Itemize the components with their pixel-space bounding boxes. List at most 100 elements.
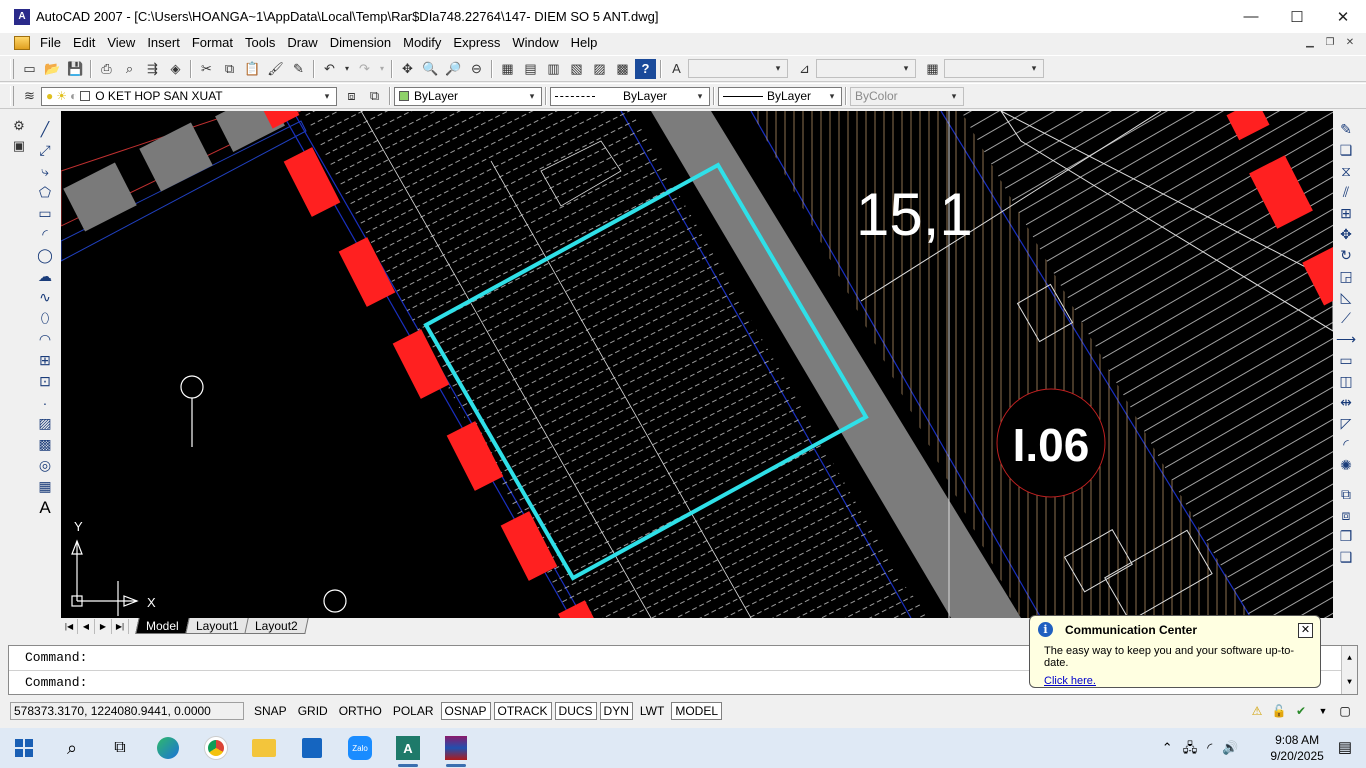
mirror-icon[interactable]: ⧖ bbox=[1336, 161, 1357, 182]
line-icon[interactable]: ╱ bbox=[35, 119, 56, 140]
store-icon[interactable] bbox=[288, 728, 336, 768]
markup-icon[interactable]: ▨ bbox=[589, 59, 610, 79]
edge-icon[interactable] bbox=[144, 728, 192, 768]
trim-icon[interactable]: ⟋ bbox=[1336, 308, 1357, 329]
explode-icon[interactable]: ✺ bbox=[1336, 455, 1357, 476]
calculator-icon[interactable]: ▩ bbox=[612, 59, 633, 79]
arc-icon[interactable]: ◜ bbox=[35, 224, 56, 245]
toolbar-grip[interactable] bbox=[10, 58, 14, 79]
make-block-icon[interactable]: ⊡ bbox=[35, 371, 56, 392]
balloon-click-here-link[interactable]: Click here. bbox=[1038, 675, 1312, 687]
first-tab-button[interactable]: |◀ bbox=[61, 618, 78, 634]
menu-window[interactable]: Window bbox=[506, 33, 564, 53]
show-hidden-icons-icon[interactable]: ⌃ bbox=[1162, 740, 1173, 756]
chamfer-icon[interactable]: ◸ bbox=[1336, 413, 1357, 434]
close-button[interactable]: ✕ bbox=[1320, 0, 1366, 33]
menu-modify[interactable]: Modify bbox=[397, 33, 447, 53]
dim-style-combo[interactable]: ▾ bbox=[816, 59, 916, 78]
draworder-back-icon[interactable]: ⧈ bbox=[1336, 505, 1357, 526]
command-scrollbar[interactable]: ▲ ▼ bbox=[1341, 646, 1357, 694]
break-icon[interactable]: ◫ bbox=[1336, 371, 1357, 392]
snap-toggle[interactable]: SNAP bbox=[250, 702, 291, 720]
new-icon[interactable]: ▭ bbox=[19, 59, 40, 79]
tab-model[interactable]: Model bbox=[135, 618, 190, 634]
taskbar-clock[interactable]: 9:08 AM 9/20/2025 bbox=[1270, 732, 1323, 764]
insert-block-icon[interactable]: ⊞ bbox=[35, 350, 56, 371]
menu-insert[interactable]: Insert bbox=[141, 33, 186, 53]
zoom-realtime-icon[interactable]: 🔍 bbox=[420, 59, 441, 79]
coordinate-display[interactable]: 578373.3170, 1224080.9441, 0.0000 bbox=[10, 702, 244, 720]
layer-previous-icon[interactable]: ⧉ bbox=[364, 86, 385, 106]
polygon-icon[interactable]: ⬠ bbox=[35, 182, 56, 203]
zoom-window-icon[interactable]: 🔎 bbox=[443, 59, 464, 79]
join-icon[interactable]: ⇹ bbox=[1336, 392, 1357, 413]
copy-icon[interactable]: ⧉ bbox=[219, 59, 240, 79]
autocad-taskbar-icon[interactable]: A bbox=[384, 728, 432, 768]
text-style-icon[interactable]: A bbox=[666, 59, 687, 79]
offset-icon[interactable]: ⫽ bbox=[1336, 182, 1357, 203]
menu-dimension[interactable]: Dimension bbox=[324, 33, 397, 53]
spline-icon[interactable]: ∿ bbox=[35, 287, 56, 308]
extend-icon[interactable]: ⟶ bbox=[1336, 329, 1357, 350]
next-tab-button[interactable]: ▶ bbox=[95, 618, 112, 634]
autocad-app-icon[interactable]: A bbox=[14, 8, 30, 25]
publish-icon[interactable]: ⇶ bbox=[142, 59, 163, 79]
scale-icon[interactable]: ◲ bbox=[1336, 266, 1357, 287]
array-icon[interactable]: ⊞ bbox=[1336, 203, 1357, 224]
paste-icon[interactable]: 📋 bbox=[242, 59, 263, 79]
redo-dropdown-icon[interactable]: ▾ bbox=[377, 59, 387, 79]
wifi-icon[interactable]: ◜ bbox=[1207, 740, 1212, 756]
copy-object-icon[interactable]: ❏ bbox=[1336, 140, 1357, 161]
menu-tools[interactable]: Tools bbox=[239, 33, 281, 53]
zoom-previous-icon[interactable]: ⊖ bbox=[466, 59, 487, 79]
chrome-icon[interactable] bbox=[192, 728, 240, 768]
block-editor-icon[interactable]: ✎ bbox=[288, 59, 309, 79]
doc-close-button[interactable]: ✕ bbox=[1342, 36, 1358, 50]
doc-restore-button[interactable]: ❐ bbox=[1322, 36, 1338, 50]
search-icon[interactable]: ⌕ bbox=[48, 728, 96, 768]
settings-icon[interactable]: ⚙ bbox=[9, 117, 30, 135]
save-icon[interactable]: 💾 bbox=[65, 59, 86, 79]
doc-minimize-button[interactable]: ▁ bbox=[1302, 36, 1318, 50]
ducs-toggle[interactable]: DUCS bbox=[554, 702, 597, 720]
toolbar-grip[interactable] bbox=[10, 86, 14, 106]
draworder-under-icon[interactable]: ❑ bbox=[1336, 547, 1357, 568]
region-icon[interactable]: ◎ bbox=[35, 455, 56, 476]
undo-dropdown-icon[interactable]: ▾ bbox=[342, 59, 352, 79]
menu-help[interactable]: Help bbox=[565, 33, 604, 53]
menu-express[interactable]: Express bbox=[447, 33, 506, 53]
start-button[interactable] bbox=[0, 728, 48, 768]
help-icon[interactable]: ? bbox=[635, 58, 656, 79]
ellipse-arc-icon[interactable]: ◠ bbox=[35, 329, 56, 350]
sheet-set-icon[interactable]: ▧ bbox=[566, 59, 587, 79]
menu-file[interactable]: File bbox=[34, 33, 67, 53]
dyn-toggle[interactable]: DYN bbox=[599, 702, 633, 720]
make-layer-current-icon[interactable]: ⧈ bbox=[341, 86, 362, 106]
match-properties-icon[interactable]: 🖌 bbox=[265, 59, 286, 79]
gradient-icon[interactable]: ▩ bbox=[35, 434, 56, 455]
menu-draw[interactable]: Draw bbox=[281, 33, 323, 53]
cut-icon[interactable]: ✂ bbox=[196, 59, 217, 79]
design-center-icon[interactable]: ▤ bbox=[520, 59, 541, 79]
table-style-icon[interactable]: ▦ bbox=[922, 59, 943, 79]
osnap-toggle[interactable]: OSNAP bbox=[440, 702, 491, 720]
plot-preview-icon[interactable]: ⌕ bbox=[119, 59, 140, 79]
open-icon[interactable]: 📂 bbox=[42, 59, 63, 79]
file-explorer-icon[interactable] bbox=[240, 728, 288, 768]
circle-icon[interactable]: ◯ bbox=[35, 245, 56, 266]
pan-icon[interactable]: ✥ bbox=[397, 59, 418, 79]
draworder-front-icon[interactable]: ⧉ bbox=[1336, 484, 1357, 505]
volume-icon[interactable]: 🔊 bbox=[1222, 740, 1238, 756]
stretch-icon[interactable]: ◺ bbox=[1336, 287, 1357, 308]
notifications-icon[interactable]: ▤ bbox=[1338, 740, 1352, 756]
color-combo[interactable]: ByLayer ▾ bbox=[394, 86, 542, 106]
tab-layout2[interactable]: Layout2 bbox=[244, 618, 309, 634]
linetype-combo[interactable]: ByLayer ▾ bbox=[550, 86, 710, 106]
lwt-toggle[interactable]: LWT bbox=[635, 702, 669, 720]
text-style-combo[interactable]: ▾ bbox=[688, 59, 788, 78]
lineweight-combo[interactable]: ByLayer ▾ bbox=[718, 86, 842, 106]
plot-icon[interactable]: ⎙ bbox=[96, 59, 117, 79]
tab-layout1[interactable]: Layout1 bbox=[184, 618, 250, 634]
polar-toggle[interactable]: POLAR bbox=[388, 702, 438, 720]
move-icon[interactable]: ✥ bbox=[1336, 224, 1357, 245]
